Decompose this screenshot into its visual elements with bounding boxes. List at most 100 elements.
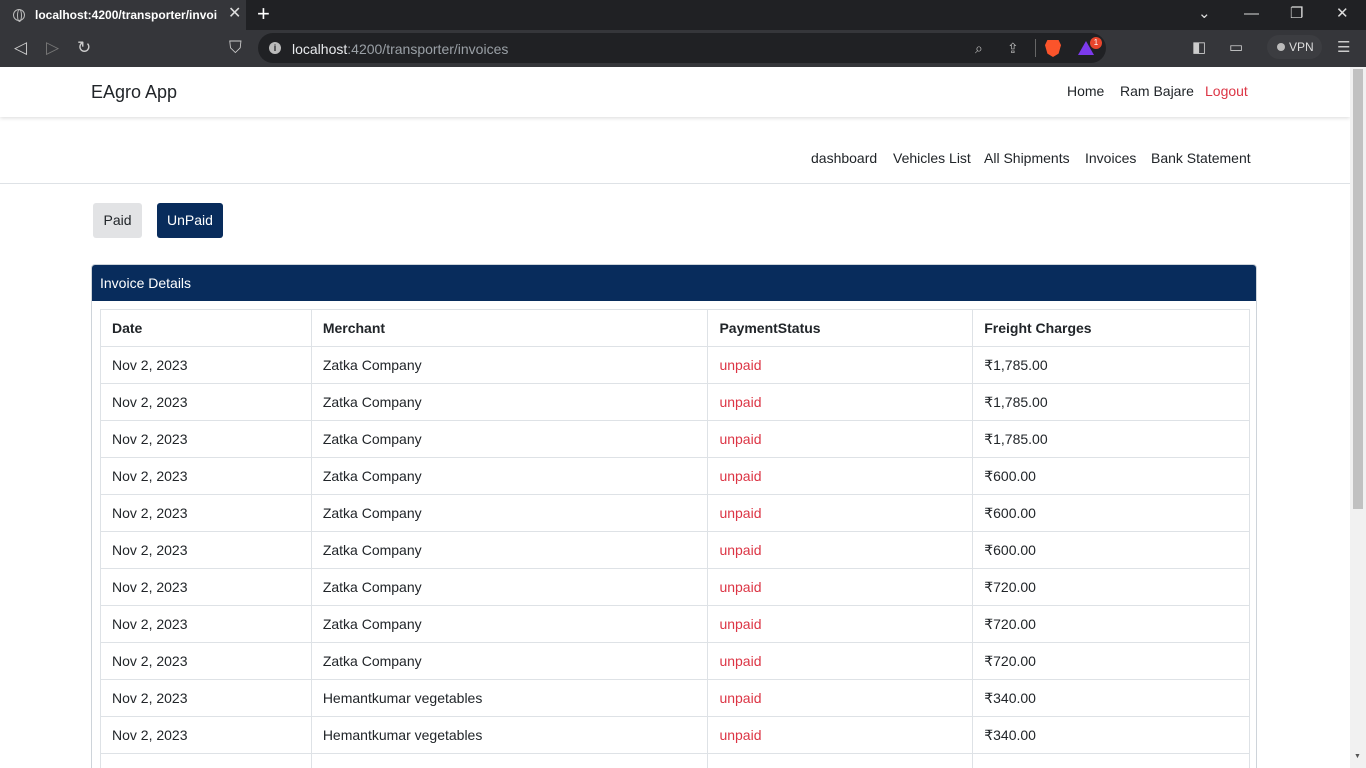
cell-payment-status: unpaid — [707, 420, 974, 458]
cell-date: Nov 2, 2023 — [100, 457, 312, 495]
table-row: Nov 2, 2023 Zatka Company unpaid ₹600.00 — [100, 494, 1250, 532]
cell-date: Nov 2, 2023 — [100, 531, 312, 569]
subnav-bank-statement[interactable]: Bank Statement — [1151, 150, 1251, 166]
unpaid-filter-button[interactable]: UnPaid — [157, 203, 223, 238]
cell-merchant: Zatka Company — [310, 420, 709, 458]
vpn-button[interactable]: VPN — [1267, 35, 1322, 59]
cell-merchant: Zatka Company — [310, 531, 709, 569]
cell-payment-status: unpaid — [707, 494, 974, 532]
cell-merchant: Zatka Company — [310, 642, 709, 680]
site-info-icon[interactable]: i — [269, 42, 281, 54]
cell-freight-charges: ₹720.00 — [972, 605, 1250, 643]
menu-icon[interactable]: ☰ — [1337, 39, 1350, 57]
cell-date — [100, 753, 312, 768]
cell-payment-status: unpaid — [707, 568, 974, 606]
app-navbar: EAgro App Home Ram Bajare Logout — [0, 67, 1350, 117]
url-text[interactable]: localhost:4200/transporter/invoices — [292, 41, 508, 57]
cell-freight-charges: ₹1,785.00 — [972, 383, 1250, 421]
tab-search-chevron-icon[interactable]: ⌄ — [1198, 6, 1211, 22]
vpn-label: VPN — [1289, 40, 1314, 54]
table-row: Nov 2, 2023 Zatka Company unpaid ₹1,785.00 — [100, 383, 1250, 421]
cell-merchant: Zatka Company — [310, 568, 709, 606]
cell-merchant — [310, 753, 709, 768]
header-payment-status: PaymentStatus — [707, 309, 974, 347]
table-row: Nov 2, 2023 Zatka Company unpaid ₹720.00 — [100, 605, 1250, 643]
cell-merchant: Zatka Company — [310, 457, 709, 495]
cell-payment-status: unpaid — [707, 605, 974, 643]
brand-logo[interactable]: EAgro App — [91, 82, 177, 103]
nav-user-link[interactable]: Ram Bajare — [1120, 83, 1194, 99]
zoom-icon[interactable]: ⌕ — [975, 40, 983, 56]
table-row: Nov 2, 2023 Zatka Company unpaid ₹720.00 — [100, 642, 1250, 680]
cell-payment-status: unpaid — [707, 531, 974, 569]
header-freight-charges: Freight Charges — [972, 309, 1250, 347]
tab-close-icon[interactable]: ✕ — [228, 6, 241, 22]
cell-date: Nov 2, 2023 — [100, 642, 312, 680]
page-content: EAgro App Home Ram Bajare Logout dashboa… — [0, 67, 1350, 768]
cell-merchant: Zatka Company — [310, 383, 709, 421]
scrollbar-thumb[interactable] — [1353, 69, 1363, 509]
subnav-vehicles[interactable]: Vehicles List — [893, 150, 971, 166]
subnav-shipments[interactable]: All Shipments — [984, 150, 1070, 166]
cell-payment-status: unpaid — [707, 679, 974, 717]
transporter-subnav: dashboard Vehicles List All Shipments In… — [0, 117, 1350, 184]
cell-date: Nov 2, 2023 — [100, 346, 312, 384]
nav-home-link[interactable]: Home — [1067, 83, 1104, 99]
invoice-details-card: Invoice Details Date Merchant PaymentSta… — [91, 264, 1257, 768]
cell-freight-charges: ₹340.00 — [972, 679, 1250, 717]
cell-freight-charges: ₹600.00 — [972, 531, 1250, 569]
header-merchant: Merchant — [310, 309, 709, 347]
back-icon[interactable]: ◁ — [14, 38, 27, 58]
table-row: Nov 2, 2023 Zatka Company unpaid ₹600.00 — [100, 457, 1250, 495]
cell-merchant: Zatka Company — [310, 494, 709, 532]
subnav-invoices[interactable]: Invoices — [1085, 150, 1136, 166]
cell-freight-charges: ₹720.00 — [972, 568, 1250, 606]
cell-freight-charges: ₹1,785.00 — [972, 346, 1250, 384]
tab-title: localhost:4200/transporter/invoic — [35, 8, 217, 22]
table-row: Nov 2, 2023 Zatka Company unpaid ₹600.00 — [100, 531, 1250, 569]
cell-payment-status: unpaid — [707, 716, 974, 754]
cell-payment-status: unpaid — [707, 383, 974, 421]
invoice-table: Date Merchant PaymentStatus Freight Char… — [100, 309, 1250, 768]
share-icon[interactable]: ⇪ — [1007, 40, 1019, 56]
table-row: Nov 2, 2023 Hemantkumar vegetables unpaid ₹… — [100, 716, 1250, 754]
table-row: Nov 2, 2023 Zatka Company unpaid ₹1,785.00 — [100, 346, 1250, 384]
table-row: Nov 2, 2023 Zatka Company unpaid ₹720.00 — [100, 568, 1250, 606]
cell-freight-charges: ₹720.00 — [972, 642, 1250, 680]
minimize-icon[interactable]: — — [1244, 6, 1259, 22]
cell-payment-status: unpaid — [707, 457, 974, 495]
subnav-dashboard[interactable]: dashboard — [811, 150, 877, 166]
cell-date: Nov 2, 2023 — [100, 383, 312, 421]
forward-icon[interactable]: ▷ — [46, 38, 59, 58]
brave-shields-icon[interactable] — [1045, 40, 1061, 57]
new-tab-icon[interactable]: + — [257, 2, 270, 26]
cell-freight-charges: ₹600.00 — [972, 457, 1250, 495]
cell-date: Nov 2, 2023 — [100, 716, 312, 754]
cell-date: Nov 2, 2023 — [100, 568, 312, 606]
table-header-row: Date Merchant PaymentStatus Freight Char… — [100, 309, 1250, 347]
cell-payment-status: unpaid — [707, 346, 974, 384]
cell-payment-status — [707, 753, 974, 768]
restore-icon[interactable]: ❐ — [1290, 6, 1303, 22]
cell-date: Nov 2, 2023 — [100, 494, 312, 532]
browser-tab-active[interactable]: localhost:4200/transporter/invoic ✕ — [0, 0, 246, 30]
sidebar-icon[interactable]: ◧ — [1192, 39, 1206, 57]
cell-freight-charges: ₹1,785.00 — [972, 420, 1250, 458]
address-bar[interactable]: i localhost:4200/transporter/invoices ⌕ … — [258, 33, 1106, 63]
window-close-icon[interactable]: ✕ — [1336, 6, 1349, 22]
cell-merchant: Zatka Company — [310, 605, 709, 643]
nav-logout-link[interactable]: Logout — [1205, 83, 1248, 99]
table-row: Nov 2, 2023 Zatka Company unpaid ₹1,785.00 — [100, 420, 1250, 458]
cell-date: Nov 2, 2023 — [100, 420, 312, 458]
reload-icon[interactable]: ↻ — [77, 38, 91, 58]
globe-icon — [13, 9, 25, 22]
bookmark-icon[interactable]: ⛉ — [229, 38, 242, 58]
page-scrollbar[interactable]: ▲ ▼ — [1350, 67, 1366, 768]
scroll-down-icon[interactable]: ▼ — [1354, 753, 1361, 760]
rewards-badge: 1 — [1090, 37, 1102, 49]
cell-freight-charges: ₹340.00 — [972, 716, 1250, 754]
divider — [1035, 39, 1036, 57]
paid-filter-button[interactable]: Paid — [93, 203, 142, 238]
browser-tab-bar: localhost:4200/transporter/invoic ✕ + ⌄ … — [0, 0, 1366, 30]
wallet-icon[interactable]: ▭ — [1229, 39, 1243, 57]
